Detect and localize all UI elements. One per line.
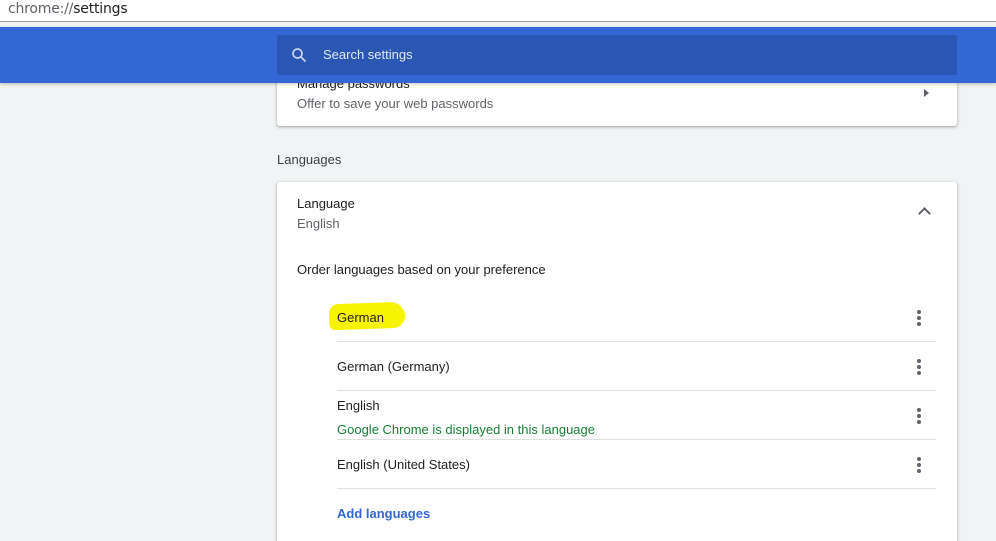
search-placeholder: Search settings [323, 47, 413, 62]
language-row-english-us: English (United States) [337, 440, 936, 489]
language-row-german-germany: German (Germany) [337, 342, 936, 391]
language-name: German [337, 310, 384, 325]
more-vert-icon[interactable] [914, 408, 924, 424]
chevron-up-icon[interactable] [918, 207, 931, 220]
manage-passwords-subtitle: Offer to save your web passwords [297, 96, 494, 111]
language-row-german: German [328, 293, 936, 342]
more-vert-icon[interactable] [914, 359, 924, 375]
address-bar[interactable]: chrome://settings [0, 0, 996, 22]
search-settings-field[interactable]: Search settings [277, 35, 957, 75]
more-vert-icon[interactable] [914, 457, 924, 473]
language-label: Language [297, 196, 355, 211]
language-name: English (United States) [337, 457, 470, 472]
language-list: German German (Germany) English Google C… [328, 293, 936, 489]
display-language-note: Google Chrome is displayed in this langu… [337, 422, 595, 437]
languages-section-title: Languages [277, 152, 342, 167]
url-scheme: chrome:// [8, 1, 74, 17]
url-host: settings [73, 1, 128, 17]
chevron-right-icon [924, 89, 929, 97]
language-name: English [337, 398, 380, 413]
language-row-english: English Google Chrome is displayed in th… [337, 391, 936, 440]
order-languages-text: Order languages based on your preference [297, 262, 546, 277]
language-value: English [297, 216, 340, 231]
add-languages-link[interactable]: Add languages [337, 506, 430, 521]
search-icon [292, 48, 306, 62]
settings-toolbar: Search settings [0, 27, 996, 83]
language-name: German (Germany) [337, 359, 450, 374]
more-vert-icon[interactable] [914, 310, 924, 326]
languages-card: Language English Order languages based o… [277, 182, 957, 541]
address-url[interactable]: chrome://settings [8, 1, 128, 17]
